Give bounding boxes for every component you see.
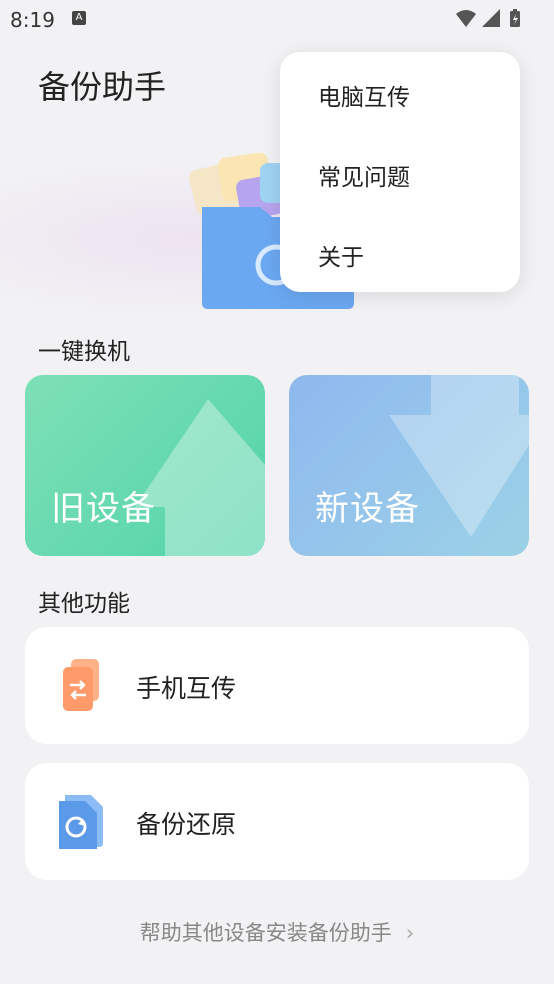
- signal-icon: [482, 9, 500, 27]
- phone-transfer-item[interactable]: 手机互传: [25, 627, 529, 744]
- backup-restore-label: 备份还原: [136, 810, 237, 839]
- old-device-card[interactable]: 旧设备: [25, 375, 265, 556]
- new-device-label: 新设备: [315, 489, 420, 529]
- backup-restore-item[interactable]: 备份还原: [25, 763, 529, 880]
- menu-item-pc-transfer[interactable]: 电脑互传: [318, 78, 410, 112]
- phone-transfer-icon: [63, 659, 99, 711]
- notification-icon: A: [72, 11, 86, 25]
- menu-item-about[interactable]: 关于: [318, 238, 364, 272]
- backup-restore-icon: [59, 795, 103, 849]
- install-helper-label: 帮助其他设备安装备份助手: [139, 921, 392, 945]
- status-bar: 8:19 A: [0, 0, 554, 40]
- section-title-other: 其他功能: [38, 591, 130, 617]
- install-helper-link[interactable]: 帮助其他设备安装备份助手 ›: [0, 917, 554, 947]
- wifi-icon: [456, 10, 476, 27]
- status-time: 8:19: [10, 8, 55, 32]
- phone-transfer-label: 手机互传: [136, 674, 237, 703]
- status-icons: [456, 9, 520, 27]
- page-title: 备份助手: [38, 68, 167, 106]
- chevron-right-icon: ›: [405, 921, 415, 945]
- section-title-switch: 一键换机: [38, 339, 130, 365]
- old-device-label: 旧设备: [51, 489, 156, 529]
- overflow-menu: 电脑互传 常见问题 关于: [280, 52, 520, 292]
- menu-item-faq[interactable]: 常见问题: [318, 158, 410, 192]
- new-device-card[interactable]: 新设备: [289, 375, 529, 556]
